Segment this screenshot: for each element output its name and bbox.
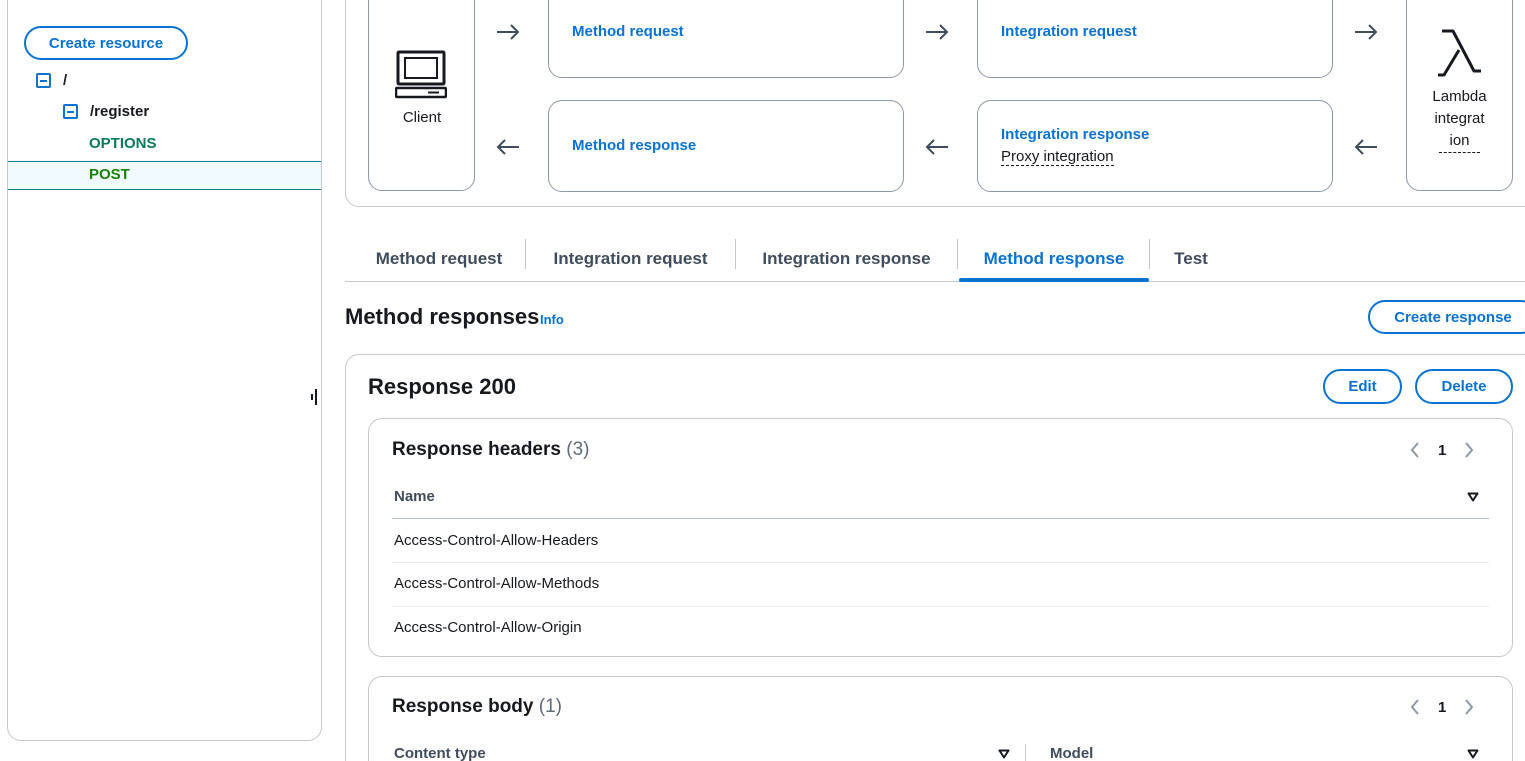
- chevron-right-icon[interactable]: [1460, 441, 1478, 459]
- table-row: Access-Control-Allow-Origin: [394, 619, 582, 636]
- integration-request-link[interactable]: Integration request: [1001, 23, 1137, 40]
- create-resource-button[interactable]: Create resource: [24, 26, 188, 60]
- sort-descending-icon[interactable]: [998, 749, 1010, 759]
- column-header-model[interactable]: Model: [1050, 745, 1093, 761]
- client-label: Client: [402, 109, 442, 126]
- create-response-button[interactable]: Create response: [1368, 300, 1525, 334]
- lambda-label-line-2: integrat: [1434, 110, 1485, 127]
- column-header-name[interactable]: Name: [394, 488, 435, 505]
- arrow-left-icon: [925, 139, 948, 155]
- page-number[interactable]: 1: [1438, 442, 1446, 459]
- collapse-icon[interactable]: [63, 104, 78, 119]
- method-tabs: Method request Integration request Integ…: [345, 237, 1525, 282]
- tab-method-response[interactable]: Method response: [959, 237, 1149, 282]
- arrow-right-icon: [1355, 24, 1378, 40]
- tree-item-post[interactable]: POST: [89, 166, 130, 183]
- tree-item-options[interactable]: OPTIONS: [89, 135, 157, 152]
- table-row: Access-Control-Allow-Headers: [394, 532, 599, 549]
- response-body-title-text: Response body: [392, 696, 534, 717]
- tree-item-root[interactable]: /: [36, 72, 67, 89]
- tab-separator: [957, 239, 958, 269]
- response-headers-pagination: 1: [1406, 441, 1478, 459]
- arrow-right-icon: [926, 24, 949, 40]
- method-response-link[interactable]: Method response: [572, 137, 696, 154]
- arrow-right-icon: [497, 24, 520, 40]
- tab-integration-response[interactable]: Integration response: [736, 237, 957, 281]
- tree-item-root-label: /: [63, 72, 68, 89]
- chevron-right-icon[interactable]: [1460, 698, 1478, 716]
- row-divider: [392, 562, 1489, 563]
- response-headers-title-text: Response headers: [392, 439, 561, 460]
- response-headers-count: (3): [566, 439, 590, 460]
- response-headers-title: Response headers (3): [392, 439, 589, 461]
- response-body-pagination: 1: [1406, 698, 1478, 716]
- collapse-icon[interactable]: [36, 73, 51, 88]
- table-header-divider: [392, 518, 1489, 519]
- tab-test[interactable]: Test: [1150, 237, 1232, 281]
- arrow-left-icon: [496, 139, 519, 155]
- sort-descending-icon[interactable]: [1467, 492, 1479, 502]
- tree-item-register[interactable]: /register: [63, 103, 149, 120]
- arrow-left-icon: [1354, 139, 1377, 155]
- proxy-integration-label[interactable]: Proxy integration: [1001, 148, 1114, 166]
- response-body-title: Response body (1): [392, 696, 562, 718]
- tree-item-post-label: POST: [89, 166, 130, 183]
- tree-item-register-label: /register: [90, 103, 150, 120]
- integration-response-link[interactable]: Integration response: [1001, 126, 1149, 143]
- tree-item-options-label: OPTIONS: [89, 135, 157, 152]
- edit-button[interactable]: Edit: [1323, 369, 1402, 404]
- chevron-left-icon[interactable]: [1406, 698, 1424, 716]
- integration-response-box[interactable]: [977, 100, 1333, 192]
- sort-descending-icon[interactable]: [1467, 749, 1479, 759]
- lambda-label-line-3: ion: [1439, 130, 1480, 153]
- table-row: Access-Control-Allow-Methods: [394, 575, 600, 592]
- computer-icon: [395, 50, 447, 99]
- sidebar-resize-handle[interactable]: [311, 389, 319, 405]
- info-link[interactable]: Info: [540, 312, 564, 327]
- chevron-left-icon[interactable]: [1406, 441, 1424, 459]
- column-resizer[interactable]: [1025, 744, 1026, 761]
- lambda-icon: [1438, 29, 1481, 77]
- response-body-card: [368, 676, 1513, 761]
- lambda-label-line-1: Lambda: [1432, 88, 1487, 105]
- response-body-count: (1): [538, 696, 562, 717]
- page-number[interactable]: 1: [1438, 699, 1446, 716]
- lambda-label-block: Lambda integrat ion: [1418, 86, 1501, 153]
- selected-row-highlight: [8, 161, 321, 190]
- delete-button[interactable]: Delete: [1415, 369, 1513, 404]
- row-divider: [392, 606, 1489, 607]
- method-request-link[interactable]: Method request: [572, 23, 684, 40]
- response-title: Response 200: [368, 374, 516, 399]
- resource-sidebar: [7, 0, 322, 741]
- tab-integration-request[interactable]: Integration request: [526, 237, 735, 281]
- column-header-content-type[interactable]: Content type: [394, 745, 486, 761]
- tab-method-request[interactable]: Method request: [353, 237, 525, 281]
- page-title: Method responses: [345, 304, 540, 329]
